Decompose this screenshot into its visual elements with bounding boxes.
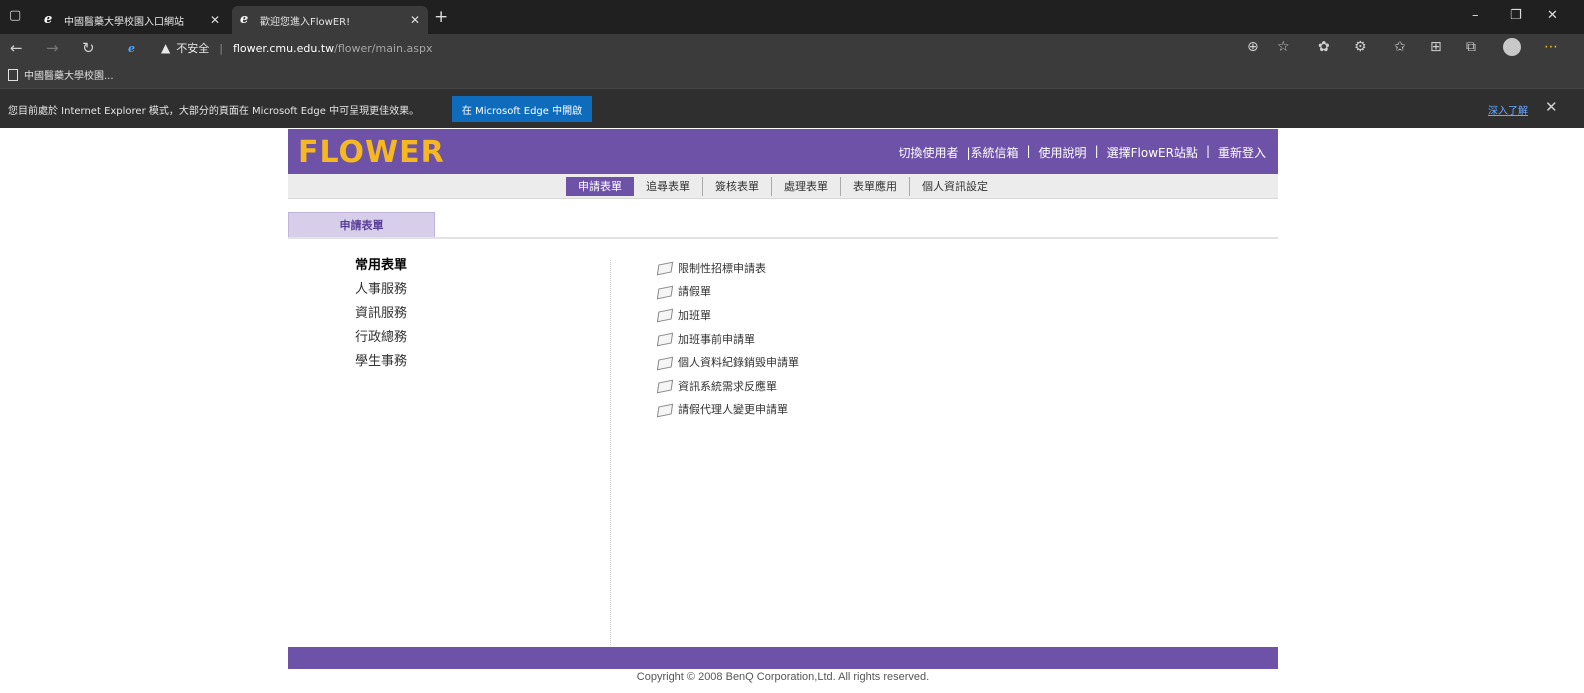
more-icon[interactable]: ⋯ bbox=[1544, 39, 1558, 55]
tab-cmu-portal[interactable]: e 中國醫藥大學校園入口網站 ✕ bbox=[36, 6, 228, 34]
category-admin[interactable]: 行政總務 bbox=[355, 329, 407, 353]
column-divider bbox=[610, 260, 611, 645]
close-icon[interactable]: ✕ bbox=[1545, 98, 1558, 116]
menu-personal-settings[interactable]: 個人資訊設定 bbox=[910, 177, 1000, 196]
collections-icon[interactable]: ⊞ bbox=[1430, 39, 1442, 55]
add-favorite-icon[interactable]: ☆ bbox=[1277, 39, 1290, 55]
extensions-icon[interactable]: ⚙ bbox=[1354, 39, 1367, 55]
category-student[interactable]: 學生事務 bbox=[355, 353, 407, 377]
favorites-icon[interactable]: ✩ bbox=[1394, 39, 1406, 55]
form-label: 加班單 bbox=[678, 308, 711, 322]
favorites-bar: 中國醫藥大學校園... bbox=[0, 62, 1584, 88]
security-label: 不安全 bbox=[176, 42, 210, 55]
menu-apply-form[interactable]: 申請表單 bbox=[566, 176, 634, 196]
form-item[interactable]: 加班單 bbox=[656, 304, 799, 328]
url-host: flower.cmu.edu.tw bbox=[232, 41, 335, 55]
ie-mode-icon[interactable]: e bbox=[128, 42, 135, 55]
profile-avatar[interactable] bbox=[1503, 38, 1521, 56]
favorite-label: 中國醫藥大學校園... bbox=[24, 71, 114, 82]
form-label: 請假單 bbox=[678, 285, 711, 299]
tab-label: 中國醫藥大學校園入口網站 bbox=[64, 16, 184, 28]
form-label: 請假代理人變更申請單 bbox=[678, 403, 788, 417]
divider: | bbox=[1026, 144, 1031, 158]
help-link[interactable]: 使用說明 bbox=[1039, 144, 1087, 161]
extension-icon[interactable]: ✿ bbox=[1318, 39, 1330, 55]
form-icon bbox=[656, 356, 674, 371]
form-item[interactable]: 加班事前申請單 bbox=[656, 328, 799, 352]
flower-logo[interactable]: FLOWER bbox=[298, 135, 445, 170]
copyright-text: Copyright © 2008 BenQ Corporation,Ltd. A… bbox=[636, 671, 930, 683]
form-item[interactable]: 請假單 bbox=[656, 281, 799, 305]
section-divider bbox=[288, 237, 1278, 239]
ie-mode-bar: 您目前處於 Internet Explorer 模式，大部分的頁面在 Micro… bbox=[0, 88, 1584, 128]
open-in-edge-button[interactable]: 在 Microsoft Edge 中開啟 bbox=[452, 96, 592, 122]
menu-approve-form[interactable]: 簽核表單 bbox=[703, 176, 772, 196]
form-label: 資訊系統需求反應單 bbox=[678, 379, 777, 393]
address-bar: ← → ↻ e ▲ 不安全 | flower.cmu.edu.tw/flower… bbox=[0, 34, 1584, 62]
form-label: 加班事前申請單 bbox=[678, 332, 755, 346]
favorite-cmu-portal[interactable]: 中國醫藥大學校園... bbox=[8, 67, 114, 82]
form-icon bbox=[656, 403, 674, 418]
form-item[interactable]: 資訊系統需求反應單 bbox=[656, 375, 799, 399]
form-item[interactable]: 請假代理人變更申請單 bbox=[656, 399, 799, 423]
tab-label: 歡迎您進入FlowER! bbox=[260, 16, 351, 28]
tab-actions-icon[interactable]: ▢ bbox=[9, 8, 21, 23]
menu-track-form[interactable]: 追尋表單 bbox=[634, 176, 703, 196]
back-icon[interactable]: ← bbox=[10, 39, 23, 57]
form-label: 限制性招標申請表 bbox=[678, 261, 766, 275]
main-menu: 申請表單 追尋表單 簽核表單 處理表單 表單應用 個人資訊設定 bbox=[288, 174, 1278, 199]
new-tab-icon[interactable]: + bbox=[434, 7, 448, 27]
forward-icon[interactable]: → bbox=[46, 39, 59, 57]
zoom-icon[interactable]: ⊕ bbox=[1247, 39, 1259, 55]
form-item[interactable]: 限制性招標申請表 bbox=[656, 257, 799, 281]
form-item[interactable]: 個人資料紀錄銷毀申請單 bbox=[656, 351, 799, 375]
close-window-icon[interactable]: ✕ bbox=[1547, 8, 1558, 23]
refresh-icon[interactable]: ↻ bbox=[82, 39, 95, 57]
form-icon bbox=[656, 285, 674, 300]
divider: | bbox=[1205, 144, 1210, 158]
form-list: 限制性招標申請表 請假單 加班單 加班事前申請單 個人資料紀錄銷毀申請單 資訊系… bbox=[656, 257, 799, 423]
close-tab-icon[interactable]: ✕ bbox=[410, 13, 420, 27]
tab-flower[interactable]: e 歡迎您進入FlowER! ✕ bbox=[232, 6, 428, 34]
form-icon bbox=[656, 309, 674, 323]
url-field[interactable]: e ▲ 不安全 | flower.cmu.edu.tw/flower/main.… bbox=[120, 37, 1300, 59]
divider: | bbox=[1094, 144, 1099, 158]
learn-more-link[interactable]: 深入了解 bbox=[1488, 102, 1528, 117]
page-icon bbox=[8, 68, 18, 81]
minimize-icon[interactable]: – bbox=[1472, 8, 1479, 23]
screenshot-icon[interactable]: ⧉ bbox=[1466, 39, 1476, 55]
section-tab: 申請表單 bbox=[288, 212, 435, 238]
category-hr[interactable]: 人事服務 bbox=[355, 281, 407, 305]
warning-icon: ▲ bbox=[161, 41, 171, 55]
system-mail-link[interactable]: |系統信箱 bbox=[966, 144, 1018, 161]
menu-process-form[interactable]: 處理表單 bbox=[772, 176, 841, 196]
restore-icon[interactable]: ❐ bbox=[1510, 8, 1522, 23]
browser-tab-bar: ▢ e 中國醫藥大學校園入口網站 ✕ e 歡迎您進入FlowER! ✕ + – … bbox=[0, 0, 1584, 34]
close-tab-icon[interactable]: ✕ bbox=[210, 13, 220, 27]
category-it[interactable]: 資訊服務 bbox=[355, 305, 407, 329]
ie-icon: e bbox=[240, 12, 249, 27]
footer-bar bbox=[288, 647, 1278, 669]
form-icon bbox=[656, 261, 674, 276]
ie-icon: e bbox=[44, 12, 53, 27]
switch-user-link[interactable]: 切換使用者 bbox=[898, 144, 958, 161]
menu-form-apps[interactable]: 表單應用 bbox=[841, 176, 910, 196]
top-links: 切換使用者 |系統信箱 | 使用說明 | 選擇FlowER站點 | 重新登入 bbox=[898, 144, 1266, 161]
form-label: 個人資料紀錄銷毀申請單 bbox=[678, 356, 799, 370]
flower-page: FLOWER 切換使用者 |系統信箱 | 使用說明 | 選擇FlowER站點 |… bbox=[288, 129, 1278, 683]
relogin-link[interactable]: 重新登入 bbox=[1218, 144, 1266, 161]
form-icon bbox=[656, 332, 674, 347]
ie-mode-message: 您目前處於 Internet Explorer 模式，大部分的頁面在 Micro… bbox=[8, 106, 420, 117]
divider: | bbox=[219, 41, 223, 55]
category-common[interactable]: 常用表單 bbox=[355, 257, 407, 281]
form-icon bbox=[656, 379, 674, 394]
url-path: /flower/main.aspx bbox=[334, 41, 433, 55]
site-header: FLOWER 切換使用者 |系統信箱 | 使用說明 | 選擇FlowER站點 |… bbox=[288, 129, 1278, 174]
category-list: 常用表單 人事服務 資訊服務 行政總務 學生事務 bbox=[355, 257, 407, 377]
choose-site-link[interactable]: 選擇FlowER站點 bbox=[1107, 144, 1198, 161]
